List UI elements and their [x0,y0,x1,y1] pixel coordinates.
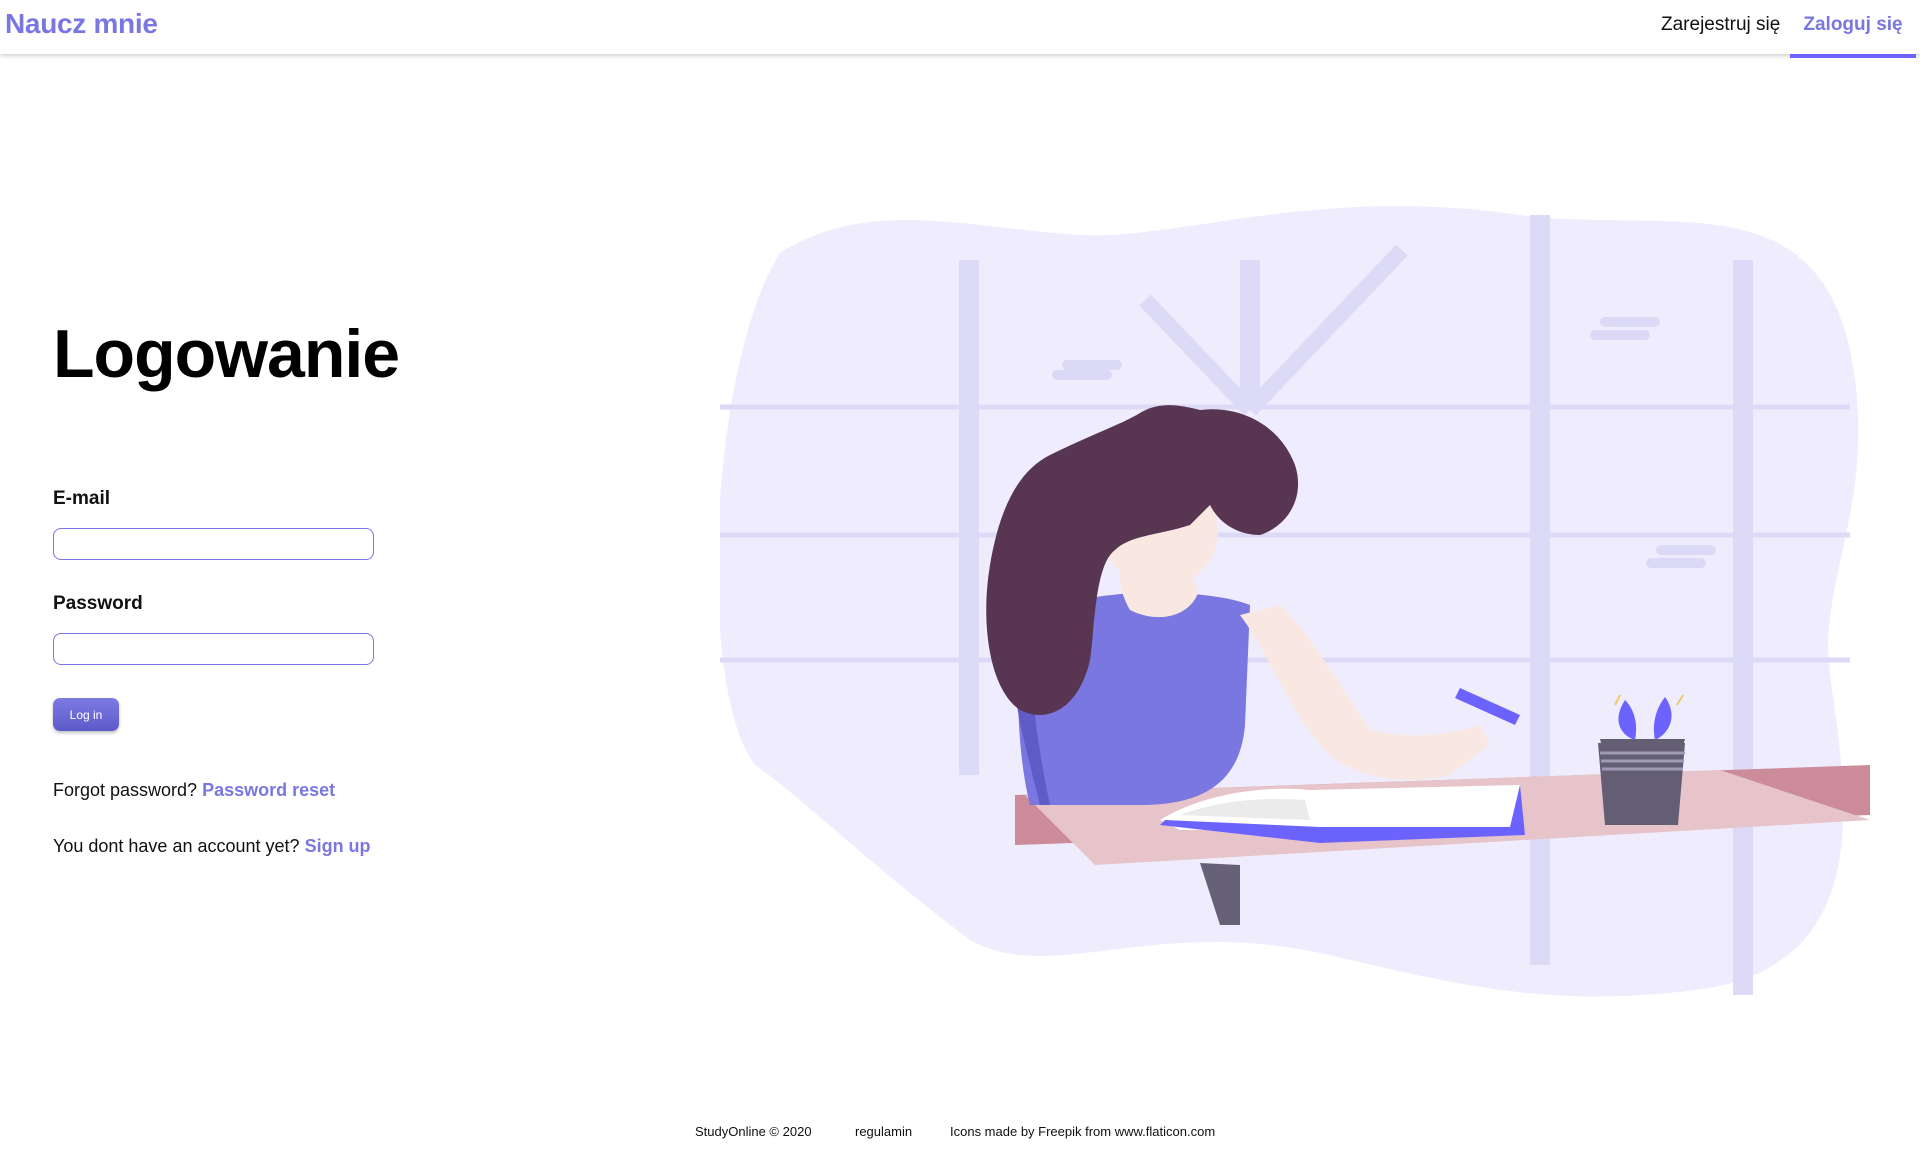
nav-login-label: Zaloguj się [1803,14,1903,35]
forgot-password-row: Forgot password? Password reset [53,780,335,801]
woman-studying-illustration [717,205,1870,1005]
login-form: Logowanie E-mail Password Log in Forgot … [53,316,553,856]
brand-logo-link[interactable]: Naucz mnie [5,8,158,40]
forgot-password-text: Forgot password? [53,780,198,800]
footer-credits: Icons made by Freepik from www.flaticon.… [950,1124,1216,1139]
top-navbar: Naucz mnie Zarejestruj się Zaloguj się [0,0,1920,58]
email-field[interactable] [53,528,374,560]
login-button[interactable]: Log in [53,698,119,731]
email-label: E-mail [53,488,111,509]
footer: StudyOnline © 2020 regulamin Icons made … [0,1124,1920,1144]
signup-row: You dont have an account yet? Sign up [53,836,371,857]
footer-copyright: StudyOnline © 2020 [695,1124,812,1139]
nav-login-link[interactable]: Zaloguj się [1790,14,1916,58]
password-reset-link[interactable]: Password reset [202,780,335,800]
page-title: Logowanie [53,316,400,392]
nav-register-link[interactable]: Zarejestruj się [1661,14,1780,36]
signup-prompt-text: You dont have an account yet? [53,836,300,856]
password-field[interactable] [53,633,374,665]
signup-link[interactable]: Sign up [305,836,371,856]
illustration-svg [717,205,1870,997]
password-label: Password [53,593,143,614]
footer-terms-link[interactable]: regulamin [855,1124,912,1139]
